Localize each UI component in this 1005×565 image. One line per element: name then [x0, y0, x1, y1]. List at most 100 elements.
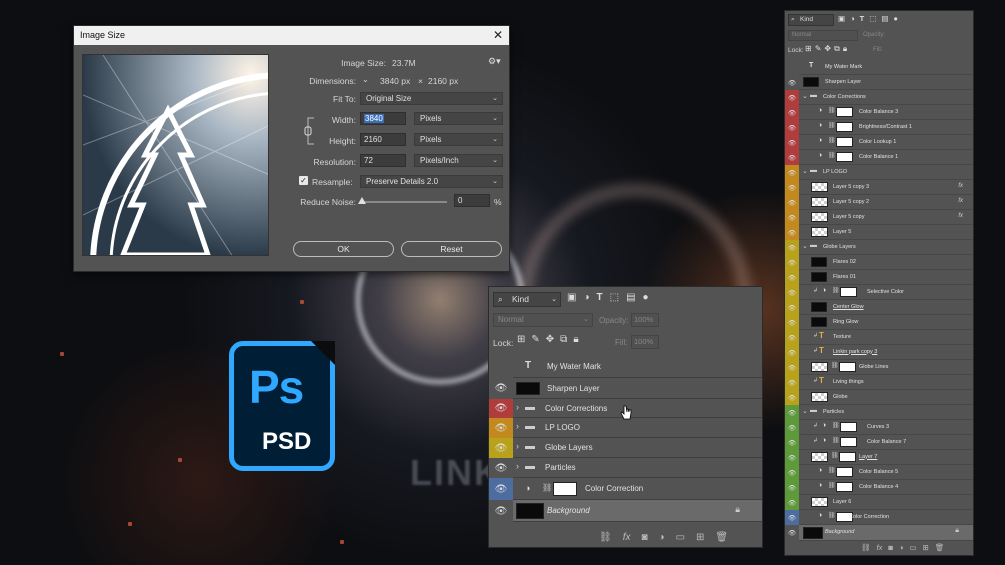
eye-icon[interactable]: 👁︎	[785, 150, 799, 165]
new-group-icon[interactable]: ▭	[909, 543, 916, 552]
visibility-off-icon[interactable]	[785, 60, 799, 75]
height-unit-select[interactable]: Pixels ⌄	[414, 133, 503, 146]
image-preview[interactable]	[82, 54, 269, 256]
layer-row[interactable]: 👁︎ Globe	[785, 390, 973, 405]
layer-row[interactable]: 👁︎ Sharpen Layer	[785, 75, 973, 90]
eye-icon[interactable]: 👁︎	[785, 375, 799, 390]
eye-icon[interactable]: 👁︎	[785, 210, 799, 225]
trash-icon[interactable]: 🗑︎	[935, 543, 945, 552]
image-filter-icon[interactable]: ▣	[567, 292, 576, 303]
layer-row[interactable]: 👁︎ Flares 01	[785, 270, 973, 285]
lock-artboard-icon[interactable]: ⧉	[560, 334, 567, 345]
new-group-icon[interactable]: ▭	[676, 532, 685, 543]
eye-icon[interactable]: 👁︎	[785, 435, 799, 450]
layer-row[interactable]: 👁︎ Layer 6	[785, 495, 973, 510]
lock-transparent-icon[interactable]: ⊞	[517, 334, 525, 345]
eye-icon[interactable]: 👁︎	[785, 165, 799, 180]
filter-toggle-icon[interactable]: ●	[893, 14, 898, 23]
lock-all-icon[interactable]: 🔒︎	[843, 44, 847, 54]
layer-row[interactable]: 👁︎ ⌄ ▬ Globe Layers	[785, 240, 973, 255]
layer-row[interactable]: 👁︎ ◑ ⛓ Color Lookup 1	[785, 135, 973, 150]
blend-mode-select[interactable]: Normal ⌄	[493, 313, 593, 327]
layer-row[interactable]: 👁︎ 🔒︎ Background	[785, 525, 973, 541]
layer-row[interactable]: 👁︎ › ▬ Particles	[489, 458, 762, 478]
type-filter-icon[interactable]: T	[597, 292, 603, 303]
shape-filter-icon[interactable]: ⬚	[869, 14, 876, 23]
layer-row[interactable]: 👁︎ › ▬ LP LOGO	[489, 418, 762, 438]
lock-position-icon[interactable]: ✥	[824, 44, 831, 54]
layer-row[interactable]: 👁︎ ↲ ◑ ⛓ Color Balance 7	[785, 435, 973, 450]
eye-icon[interactable]: 👁︎	[785, 195, 799, 210]
eye-icon[interactable]: 👁︎	[785, 390, 799, 405]
reduce-noise-input[interactable]: 0	[454, 194, 490, 207]
lock-paint-icon[interactable]: ✎	[815, 44, 822, 54]
eye-icon[interactable]: 👁︎	[785, 255, 799, 270]
layer-row[interactable]: 👁︎ ↲ T Linkin park copy 3	[785, 345, 973, 360]
width-unit-select[interactable]: Pixels ⌄	[414, 112, 503, 125]
eye-icon[interactable]: 👁︎	[489, 399, 513, 418]
layer-row[interactable]: 👁︎ ⌄ ▬ LP LOGO	[785, 165, 973, 180]
adjustment-layer-icon[interactable]: ◑	[899, 543, 904, 552]
resolution-unit-select[interactable]: Pixels/Inch ⌄	[414, 154, 503, 167]
eye-icon[interactable]: 👁︎	[785, 285, 799, 300]
eye-icon[interactable]: 👁︎	[785, 315, 799, 330]
eye-icon[interactable]: 👁︎	[489, 458, 513, 478]
eye-icon[interactable]: 👁︎	[785, 345, 799, 360]
adjustment-filter-icon[interactable]: ◑	[850, 14, 855, 23]
layer-row[interactable]: 👁︎ Layer 5 copy fx	[785, 210, 973, 225]
layer-row[interactable]: 👁︎ ◑ ⛓ Color Correction	[489, 478, 762, 500]
new-layer-icon[interactable]: ⊞	[696, 532, 704, 543]
fx-badge[interactable]: fx	[958, 198, 963, 204]
filter-kind-select[interactable]: ⌕ Kind	[788, 14, 834, 26]
chevron-down-icon[interactable]: ⌄	[802, 167, 808, 175]
eye-icon[interactable]: 👁︎	[785, 405, 799, 420]
reduce-noise-slider-track[interactable]	[362, 201, 447, 203]
layer-row[interactable]: 👁︎ ↲ T Living things	[785, 375, 973, 390]
chevron-right-icon[interactable]: ›	[516, 441, 519, 451]
new-layer-icon[interactable]: ⊞	[923, 543, 929, 552]
trash-icon[interactable]: 🗑︎	[715, 532, 728, 543]
eye-icon[interactable]: 👁︎	[785, 225, 799, 240]
eye-icon[interactable]: 👁︎	[785, 120, 799, 135]
eye-icon[interactable]: 👁︎	[785, 75, 799, 90]
eye-icon[interactable]: 👁︎	[489, 418, 513, 438]
chevron-right-icon[interactable]: ›	[516, 421, 519, 431]
resolution-input[interactable]: 72	[360, 154, 406, 167]
eye-icon[interactable]: 👁︎	[785, 525, 799, 541]
eye-icon[interactable]: 👁︎	[785, 495, 799, 510]
layer-row[interactable]: 👁︎ ⛓ Globe Lines	[785, 360, 973, 375]
reduce-noise-slider-thumb[interactable]	[358, 197, 366, 204]
adjustment-filter-icon[interactable]: ◑	[583, 292, 589, 303]
image-filter-icon[interactable]: ▣	[838, 14, 845, 23]
resample-checkbox[interactable]: ✓	[299, 176, 308, 185]
lock-paint-icon[interactable]: ✎	[531, 334, 539, 345]
layer-row[interactable]: 👁︎ ⌄ ▬ Particles	[785, 405, 973, 420]
add-mask-icon[interactable]: ◙	[641, 532, 647, 543]
fx-icon[interactable]: fx	[623, 532, 631, 543]
chevron-right-icon[interactable]: ›	[516, 461, 519, 471]
add-mask-icon[interactable]: ◙	[888, 543, 893, 552]
layer-row[interactable]: 👁︎ ◑ ⛓ Color Balance 3	[785, 105, 973, 120]
eye-icon[interactable]: 👁︎	[785, 330, 799, 345]
eye-icon[interactable]: 👁︎	[785, 465, 799, 480]
layer-row[interactable]: 👁︎ Flares 02	[785, 255, 973, 270]
visibility-off-icon[interactable]	[489, 356, 513, 378]
layer-row[interactable]: 👁︎ ◑ ⛓ Color Balance 4	[785, 480, 973, 495]
filter-kind-select[interactable]: ⌕ Kind ⌄	[493, 292, 561, 307]
layer-row[interactable]: T My Water Mark	[489, 356, 762, 378]
adjustment-layer-icon[interactable]: ◑	[659, 532, 665, 543]
eye-icon[interactable]: 👁︎	[785, 240, 799, 255]
link-layers-icon[interactable]: ⛓	[599, 532, 612, 543]
eye-icon[interactable]: 👁︎	[785, 270, 799, 285]
layer-row[interactable]: 👁︎ Layer 5	[785, 225, 973, 240]
layer-row[interactable]: 👁︎ ↲ T Texture	[785, 330, 973, 345]
layer-row[interactable]: 👁︎ Ring Glow	[785, 315, 973, 330]
smart-object-filter-icon[interactable]: ▤	[626, 292, 635, 303]
lock-artboard-icon[interactable]: ⧉	[834, 44, 840, 54]
eye-icon[interactable]: 👁︎	[785, 360, 799, 375]
layer-row[interactable]: 👁︎ Center Glow	[785, 300, 973, 315]
eye-icon[interactable]: 👁︎	[489, 478, 513, 500]
close-icon[interactable]: ✕	[493, 26, 503, 45]
layer-row[interactable]: 👁︎ ↲ ◑ ⛓ Curves 3	[785, 420, 973, 435]
chevron-down-icon[interactable]: ⌄	[802, 407, 808, 415]
